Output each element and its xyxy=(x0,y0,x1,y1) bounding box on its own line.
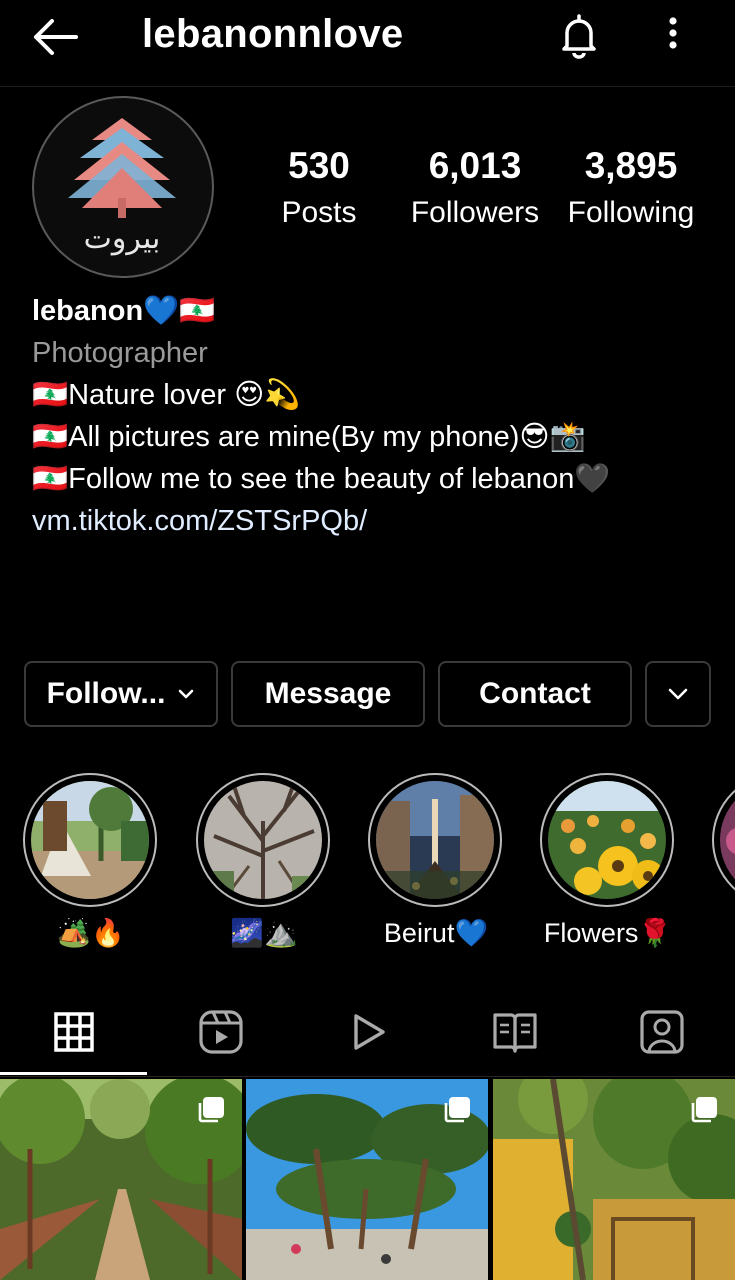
bio-link[interactable]: vm.tiktok.com/ZSTSrPQb/ xyxy=(32,500,712,542)
tab-posts-grid[interactable] xyxy=(0,990,147,1075)
grid-icon xyxy=(53,1012,94,1052)
highlight-cover-image xyxy=(548,781,666,899)
following-count: 3,895 xyxy=(584,145,678,186)
story-highlight[interactable]: 🌌⛰️ xyxy=(196,773,332,953)
highlight-label: Flowers🌹 xyxy=(543,918,673,948)
tab-reels[interactable] xyxy=(147,990,294,1074)
profile-bio: lebanon💙🇱🇧 Photographer 🇱🇧Nature lover 😍… xyxy=(32,290,712,542)
following-stat[interactable]: 3,895 Following xyxy=(558,142,704,236)
multiple-photos-icon xyxy=(444,1097,470,1123)
profile-username-title: lebanonnlove xyxy=(142,12,404,56)
highlight-cover-image xyxy=(31,781,149,899)
arrow-left-icon xyxy=(34,19,78,55)
more-options-button[interactable] xyxy=(655,12,691,60)
suggested-accounts-button[interactable] xyxy=(645,661,711,727)
posts-label: Posts xyxy=(281,196,357,229)
tagged-icon xyxy=(639,1010,684,1054)
story-highlight[interactable]: 🏕️🔥 xyxy=(23,773,159,953)
following-label: Following xyxy=(567,196,695,229)
avatar-text: بيروت xyxy=(84,221,161,256)
cedar-tree-logo: بيروت xyxy=(68,118,176,256)
contact-button-label: Contact xyxy=(479,677,591,710)
following-button-label: Follow... xyxy=(46,677,166,710)
display-name: lebanon💙🇱🇧 xyxy=(32,295,216,327)
highlight-label: Beirut💙 xyxy=(383,918,489,948)
chevron-down-icon xyxy=(668,688,688,700)
message-button-label: Message xyxy=(264,677,392,710)
posts-stat[interactable]: 530 Posts xyxy=(260,142,378,236)
highlight-label: 🌌⛰️ xyxy=(230,918,298,948)
contact-button[interactable]: Contact xyxy=(438,661,632,727)
message-button[interactable]: Message xyxy=(231,661,425,727)
top-bar: lebanonnlove xyxy=(0,0,735,87)
posts-count: 530 xyxy=(288,145,350,186)
story-highlight-partial[interactable] xyxy=(712,773,735,953)
reels-icon xyxy=(198,1010,243,1054)
followers-count: 6,013 xyxy=(428,145,522,186)
multiple-photos-icon xyxy=(691,1097,717,1123)
notifications-button[interactable] xyxy=(555,12,603,60)
back-button[interactable] xyxy=(28,14,84,60)
guide-icon xyxy=(492,1013,537,1053)
bio-line: 🇱🇧Nature lover 😍💫 xyxy=(32,379,301,411)
post-thumbnail[interactable] xyxy=(246,1079,488,1280)
highlight-label: 🏕️🔥 xyxy=(57,918,125,948)
post-thumbnail[interactable] xyxy=(0,1079,242,1280)
more-vertical-icon xyxy=(669,17,677,49)
profile-tabs xyxy=(0,990,735,1077)
bio-line: 🇱🇧All pictures are mine(By my phone)😎📸 xyxy=(32,421,586,453)
category-label: Photographer xyxy=(32,337,208,369)
following-button[interactable]: Follow... xyxy=(24,661,218,727)
bio-line: 🇱🇧Follow me to see the beauty of lebanon… xyxy=(32,463,611,495)
followers-stat[interactable]: 6,013 Followers xyxy=(402,142,548,236)
highlight-cover-image xyxy=(204,781,322,899)
followers-label: Followers xyxy=(410,196,540,229)
profile-screen: lebanonnlove بيروت 530 Posts 6,013 Follo… xyxy=(0,0,735,1280)
tab-videos[interactable] xyxy=(294,990,441,1074)
highlight-cover-image xyxy=(376,781,494,899)
tab-tagged[interactable] xyxy=(588,990,735,1074)
bell-icon xyxy=(562,14,596,59)
play-icon xyxy=(353,1014,385,1050)
story-highlight[interactable]: Beirut💙 xyxy=(368,773,504,953)
profile-avatar[interactable]: بيروت xyxy=(32,96,214,278)
active-tab-indicator xyxy=(0,1072,147,1075)
story-highlight[interactable]: Flowers🌹 xyxy=(540,773,676,953)
post-thumbnail[interactable] xyxy=(493,1079,735,1280)
chevron-down-icon xyxy=(179,689,194,699)
multiple-photos-icon xyxy=(198,1097,224,1123)
tab-guides[interactable] xyxy=(441,990,588,1074)
